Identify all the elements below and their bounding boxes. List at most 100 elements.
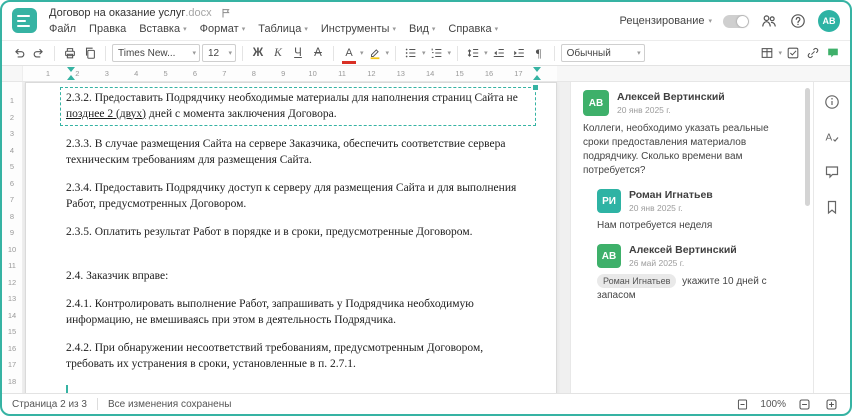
ruler-number: 11 bbox=[338, 69, 346, 78]
zoom-out-icon[interactable] bbox=[795, 394, 813, 414]
chevron-down-icon[interactable]: ▾ bbox=[778, 49, 782, 57]
ruler-horizontal[interactable]: 1 2 3 4 5 6 7 8 9 10 11 12 13 14 15 16 17 bbox=[23, 66, 557, 81]
comments-panel[interactable]: АВ Алексей Вертинский 20 янв 2025 г. Коллег… bbox=[570, 82, 813, 393]
checkbox-button[interactable] bbox=[784, 43, 802, 63]
bold-button[interactable]: Ж bbox=[249, 43, 267, 63]
menu-item-3[interactable]: Формат ▾ bbox=[200, 23, 246, 35]
comment-author: Алексей Вертинский bbox=[629, 244, 737, 256]
comment-reply[interactable]: РИ Роман Игнатьев 20 янв 2025 г. Нам потреб… bbox=[597, 189, 797, 233]
line-spacing-button[interactable] bbox=[464, 43, 482, 63]
ruler-number: 1 bbox=[45, 69, 51, 78]
ruler-number: 13 bbox=[396, 69, 405, 78]
zoom-level[interactable]: 100% bbox=[760, 399, 786, 410]
ruler-number: 16 bbox=[484, 69, 494, 78]
menu-item-6[interactable]: Вид ▾ bbox=[409, 23, 435, 35]
undo-button[interactable] bbox=[10, 43, 28, 63]
right-sidebar: А bbox=[813, 82, 850, 393]
ruler-number: 17 bbox=[7, 360, 17, 369]
numbered-list-button[interactable] bbox=[428, 43, 446, 63]
flag-icon[interactable] bbox=[220, 7, 232, 19]
document-area[interactable]: 2.3.2. Предоставить Подрядчику необходим… bbox=[23, 82, 570, 393]
chevron-down-icon[interactable]: ▾ bbox=[484, 49, 488, 57]
doc-paragraph[interactable]: 2.3.3. В случае размещения Сайта на серв… bbox=[66, 137, 530, 168]
insert-link-button[interactable] bbox=[804, 43, 822, 63]
first-line-indent-marker[interactable] bbox=[67, 67, 75, 72]
comment-date: 20 янв 2025 г. bbox=[617, 105, 671, 115]
underline-button[interactable]: Ч bbox=[289, 43, 307, 63]
main-area: 1 2 3 4 5 6 7 8 9 10 11 12 13 14 15 16 17 18 2.3.2. Предо… bbox=[2, 82, 850, 393]
svg-text:А: А bbox=[826, 133, 833, 144]
paragraph-marks-button[interactable]: ¶ bbox=[530, 43, 548, 63]
highlight-color-button[interactable] bbox=[366, 43, 384, 63]
document-page[interactable]: 2.3.2. Предоставить Подрядчику необходим… bbox=[25, 82, 557, 393]
help-icon[interactable] bbox=[789, 11, 807, 31]
comments-icon[interactable] bbox=[823, 162, 841, 182]
ruler-number: 12 bbox=[7, 277, 17, 287]
doc-paragraph[interactable]: 2.3.5. Оплатить результат Работ в порядк… bbox=[66, 225, 530, 241]
review-mode-selector[interactable]: Рецензирование ▾ bbox=[620, 15, 712, 27]
bookmark-icon[interactable] bbox=[823, 197, 841, 217]
left-indent-marker[interactable] bbox=[67, 75, 75, 80]
chevron-down-icon[interactable]: ▾ bbox=[360, 49, 364, 57]
ruler-number: 8 bbox=[9, 211, 15, 221]
collaboration-users-icon[interactable] bbox=[760, 11, 778, 31]
font-size-select[interactable]: 12 ▾ bbox=[202, 44, 236, 62]
zoom-in-icon[interactable] bbox=[822, 394, 840, 414]
font-name-select[interactable]: Times New... ▾ bbox=[112, 44, 200, 62]
doc-paragraph[interactable]: 2.4.1. Контролировать выполнение Работ, … bbox=[66, 297, 530, 328]
increase-indent-button[interactable] bbox=[510, 43, 528, 63]
info-icon[interactable] bbox=[823, 92, 841, 112]
right-indent-marker-top[interactable] bbox=[533, 67, 541, 72]
doc-paragraph[interactable]: 2.3.4. Предоставить Подрядчику доступ к … bbox=[66, 181, 530, 212]
page-counter[interactable]: Страница 2 из 3 bbox=[12, 399, 87, 410]
chevron-down-icon[interactable]: ▾ bbox=[448, 49, 452, 57]
paragraph-style-select[interactable]: Обычный ▾ bbox=[560, 44, 645, 62]
document-title-extension: .docx bbox=[185, 7, 212, 19]
insert-table-button[interactable] bbox=[758, 43, 776, 63]
ruler-number: 18 bbox=[7, 376, 17, 386]
right-indent-marker[interactable] bbox=[533, 75, 541, 80]
strikethrough-button[interactable]: А bbox=[309, 43, 327, 63]
menu-item-7[interactable]: Справка ▾ bbox=[448, 23, 498, 35]
ruler-number: 13 bbox=[7, 294, 17, 303]
redo-button[interactable] bbox=[30, 43, 48, 63]
chevron-down-icon[interactable]: ▾ bbox=[386, 49, 390, 57]
comments-scrollbar[interactable] bbox=[805, 88, 810, 206]
font-color-button[interactable]: А bbox=[340, 43, 358, 64]
comment-item[interactable]: АВ Алексей Вертинский 20 янв 2025 г. Коллег… bbox=[583, 90, 797, 178]
decrease-indent-button[interactable] bbox=[490, 43, 508, 63]
fit-page-icon[interactable] bbox=[733, 394, 751, 414]
print-button[interactable] bbox=[61, 43, 79, 63]
menu-item-0[interactable]: Файл bbox=[49, 23, 76, 35]
menu-item-5[interactable]: Инструменты ▾ bbox=[321, 23, 396, 35]
comment-reply[interactable]: АВ Алексей Вертинский 26 май 2025 г. Роман … bbox=[597, 244, 797, 303]
ruler-vertical[interactable]: 1 2 3 4 5 6 7 8 9 10 11 12 13 14 15 16 17 18 bbox=[2, 82, 23, 393]
add-comment-button[interactable] bbox=[824, 43, 842, 63]
chevron-down-icon[interactable]: ▾ bbox=[422, 49, 426, 57]
review-toggle[interactable] bbox=[723, 14, 749, 28]
ruler-row: 1 2 3 4 5 6 7 8 9 10 11 12 13 14 15 16 17 bbox=[2, 66, 850, 82]
mention-chip[interactable]: Роман Игнатьев bbox=[597, 274, 677, 288]
app-logo-icon[interactable] bbox=[12, 8, 37, 33]
ruler-number: 7 bbox=[9, 195, 15, 204]
menu-item-2[interactable]: Вставка ▾ bbox=[139, 23, 186, 35]
menu-item-1[interactable]: Правка bbox=[89, 23, 126, 35]
spellcheck-icon[interactable]: А bbox=[823, 127, 841, 147]
ruler-number: 14 bbox=[7, 310, 17, 320]
doc-paragraph[interactable]: 2.4. Заказчик вправе: bbox=[66, 269, 530, 285]
titlebar: Договор на оказание услуг .docx Файл Правк… bbox=[2, 2, 850, 40]
ruler-number: 1 bbox=[9, 96, 15, 105]
menu-item-4[interactable]: Таблица ▾ bbox=[258, 23, 308, 35]
comment-text: Нам потребуется неделя bbox=[597, 220, 713, 231]
comment-date: 20 янв 2025 г. bbox=[629, 203, 683, 213]
italic-button[interactable]: К bbox=[269, 43, 287, 63]
doc-paragraph[interactable]: 2.4.2. При обнаружении несоответствий тр… bbox=[66, 341, 530, 372]
copy-button[interactable] bbox=[81, 43, 99, 63]
ruler-number: 3 bbox=[104, 69, 109, 78]
user-avatar[interactable]: АВ bbox=[818, 10, 840, 32]
comment-avatar: РИ bbox=[597, 189, 621, 213]
doc-paragraph[interactable]: 2.3.2. Предоставить Подрядчику необходим… bbox=[60, 84, 538, 127]
bullet-list-button[interactable] bbox=[402, 43, 420, 63]
ruler-number: 15 bbox=[7, 327, 17, 336]
comment-author: Алексей Вертинский bbox=[617, 91, 725, 103]
